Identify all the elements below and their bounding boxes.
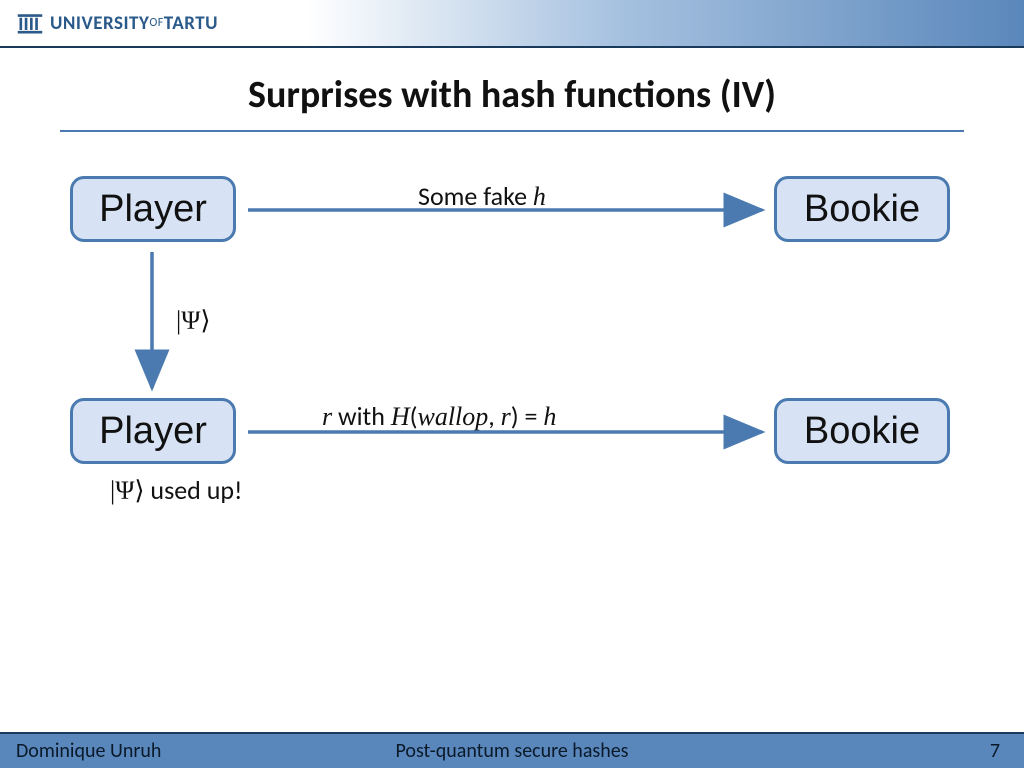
footer-page-number: 7 (990, 739, 1000, 763)
institution-logo: UNIVERSITYOFTARTU (16, 9, 218, 37)
math-var-h: h (533, 182, 546, 211)
bookie-node-top: Bookie (774, 176, 950, 242)
math-ket-psi: |Ψ⟩ (110, 476, 145, 505)
psi-label: |Ψ⟩ (176, 306, 211, 336)
psi-used-up-label: |Ψ⟩ used up! (110, 474, 243, 506)
text: with (332, 400, 391, 432)
node-label: Bookie (804, 188, 920, 231)
footer-author: Dominique Unruh (16, 739, 161, 763)
text: , (488, 400, 500, 432)
node-label: Player (99, 188, 207, 231)
slide-header: UNIVERSITYOFTARTU (0, 0, 1024, 48)
math-var-r2: r (501, 402, 511, 431)
title-underline (60, 130, 964, 132)
math-var-H: H (391, 402, 410, 431)
bookie-node-bottom: Bookie (774, 398, 950, 464)
arrow-bottom-label: r with H(wallop, r) = h (322, 400, 556, 432)
pillars-icon (16, 9, 44, 37)
math-var-r: r (322, 402, 332, 431)
slide-footer: Dominique Unruh Post-quantum secure hash… (0, 732, 1024, 768)
text: Some fake (418, 180, 533, 212)
arrow-top-label: Some fake h (418, 180, 546, 212)
math-ket-psi: |Ψ⟩ (176, 306, 211, 335)
math-var-h2: h (543, 402, 556, 431)
institution-name: UNIVERSITYOFTARTU (50, 12, 218, 35)
text: ) (511, 400, 519, 432)
text: = (519, 400, 544, 432)
player-node-bottom: Player (70, 398, 236, 464)
text: used up! (145, 474, 243, 506)
node-label: Player (99, 410, 207, 453)
node-label: Bookie (804, 410, 920, 453)
math-var-wallop: wallop (417, 402, 488, 431)
slide-title: Surprises with hash functions (IV) (0, 72, 1024, 118)
player-node-top: Player (70, 176, 236, 242)
